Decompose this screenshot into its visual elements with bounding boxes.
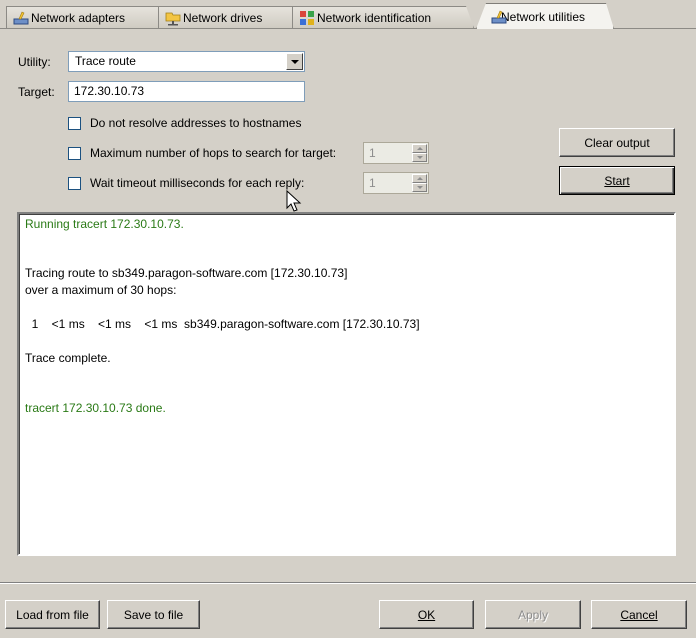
cancel-button-label: Cancel bbox=[620, 607, 658, 622]
tab-label: Network drives bbox=[183, 10, 263, 25]
timeout-value: 1 bbox=[369, 176, 376, 190]
tab-label: Network adapters bbox=[31, 10, 126, 25]
stepper-down-icon[interactable] bbox=[412, 183, 427, 192]
output-console[interactable]: Running tracert 172.30.10.73. Tracing ro… bbox=[17, 212, 676, 556]
network-identification-icon bbox=[299, 10, 315, 26]
timeout-label: Wait timeout milliseconds for each reply… bbox=[90, 176, 305, 190]
utility-select-value: Trace route bbox=[75, 54, 136, 68]
max-hops-value: 1 bbox=[369, 146, 376, 160]
stepper-up-icon[interactable] bbox=[412, 144, 427, 153]
output-line: over a maximum of 30 hops: bbox=[25, 283, 177, 297]
save-to-file-button[interactable]: Save to file bbox=[107, 600, 200, 629]
ok-button[interactable]: OK bbox=[379, 600, 474, 629]
apply-button[interactable]: Apply bbox=[485, 600, 581, 629]
start-button[interactable]: Start bbox=[559, 166, 675, 195]
tab-network-drives[interactable]: Network drives bbox=[158, 6, 300, 28]
target-label: Target: bbox=[18, 85, 55, 99]
chevron-down-icon[interactable] bbox=[286, 53, 303, 70]
utility-label: Utility: bbox=[18, 55, 51, 69]
cancel-button[interactable]: Cancel bbox=[591, 600, 687, 629]
timeout-stepper[interactable]: 1 bbox=[363, 172, 429, 194]
target-input[interactable]: 172.30.10.73 bbox=[68, 81, 305, 102]
no-resolve-label: Do not resolve addresses to hostnames bbox=[90, 116, 302, 130]
save-button-label: Save to file bbox=[123, 607, 184, 622]
max-hops-label: Maximum number of hops to search for tar… bbox=[90, 146, 337, 160]
start-button-label: Start bbox=[604, 173, 630, 188]
output-line: Tracing route to sb349.paragon-software.… bbox=[25, 266, 348, 280]
stepper-buttons bbox=[412, 144, 427, 162]
output-line: 1 <1 ms <1 ms <1 ms sb349.paragon-softwa… bbox=[25, 317, 420, 331]
stepper-down-icon[interactable] bbox=[412, 153, 427, 162]
mouse-cursor-icon bbox=[286, 190, 302, 212]
clear-output-button[interactable]: Clear output bbox=[559, 128, 675, 157]
footer-divider-highlight bbox=[0, 583, 696, 584]
max-hops-stepper[interactable]: 1 bbox=[363, 142, 429, 164]
tab-network-adapters[interactable]: Network adapters bbox=[6, 6, 166, 28]
output-line: Trace complete. bbox=[25, 351, 111, 365]
apply-button-label: Apply bbox=[517, 607, 549, 622]
tab-label: Network utilities bbox=[501, 9, 586, 24]
output-line: tracert 172.30.10.73 done. bbox=[25, 401, 166, 415]
target-input-value: 172.30.10.73 bbox=[74, 84, 145, 98]
network-drive-icon bbox=[165, 10, 181, 26]
tab-strip: Network adapters Network drives Network … bbox=[0, 0, 696, 28]
timeout-checkbox[interactable] bbox=[68, 177, 81, 190]
load-button-label: Load from file bbox=[16, 607, 89, 622]
utility-select[interactable]: Trace route bbox=[68, 51, 305, 72]
stepper-buttons bbox=[412, 174, 427, 192]
stepper-up-icon[interactable] bbox=[412, 174, 427, 183]
tab-label: Network identification bbox=[317, 10, 432, 25]
max-hops-checkbox[interactable] bbox=[68, 147, 81, 160]
network-adapter-icon bbox=[13, 10, 29, 26]
ok-button-label: OK bbox=[417, 607, 436, 622]
network-utilities-icon bbox=[491, 9, 507, 25]
output-line: Running tracert 172.30.10.73. bbox=[25, 217, 184, 231]
load-from-file-button[interactable]: Load from file bbox=[5, 600, 100, 629]
tab-network-identification[interactable]: Network identification bbox=[292, 6, 474, 28]
no-resolve-checkbox[interactable] bbox=[68, 117, 81, 130]
tab-network-utilities[interactable]: Network utilities bbox=[476, 3, 614, 29]
